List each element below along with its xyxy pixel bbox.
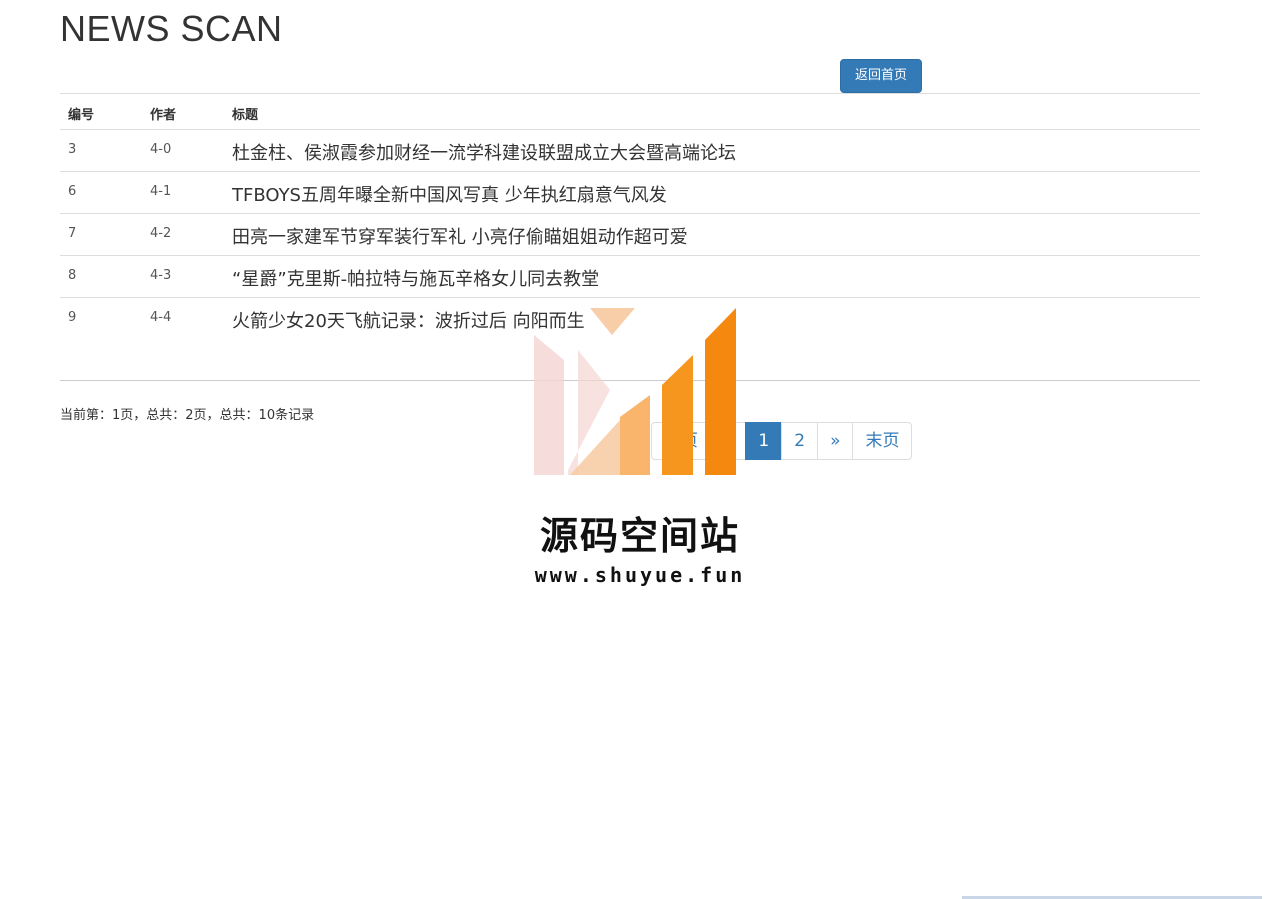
watermark-logo-icon [534, 308, 736, 475]
column-header-id: 编号 [68, 108, 95, 123]
column-header-author: 作者 [150, 108, 177, 123]
watermark-title: 源码空间站 [539, 514, 740, 558]
row-author: 4-0 [150, 142, 172, 157]
watermark: 源码空间站 www.shuyue.fun [520, 305, 760, 595]
table-row: 3 4-0 杜金柱、侯淑霞参加财经一流学科建设联盟成立大会暨高端论坛 [60, 130, 1200, 172]
row-id: 9 [68, 310, 77, 325]
return-home-button[interactable]: 返回首页 [840, 59, 922, 93]
row-id: 3 [68, 142, 77, 157]
row-author: 4-1 [150, 184, 172, 199]
row-title[interactable]: TFBOYS五周年曝全新中国风写真 少年执红扇意气风发 [232, 181, 667, 207]
row-author: 4-4 [150, 310, 172, 325]
page-2-link[interactable]: 2 [781, 422, 819, 460]
column-header-title: 标题 [232, 108, 259, 123]
row-title[interactable]: 田亮一家建军节穿军装行军礼 小亮仔偷瞄姐姐动作超可爱 [232, 223, 688, 249]
next-page-link[interactable]: » [817, 422, 854, 460]
row-id: 7 [68, 226, 77, 241]
pagination-status: 当前第：1页，总共：2页，总共：10条记录 [60, 408, 315, 423]
table-row: 7 4-2 田亮一家建军节穿军装行军礼 小亮仔偷瞄姐姐动作超可爱 [60, 214, 1200, 256]
row-title[interactable]: 杜金柱、侯淑霞参加财经一流学科建设联盟成立大会暨高端论坛 [232, 139, 736, 165]
news-table: 编号 作者 标题 3 4-0 杜金柱、侯淑霞参加财经一流学科建设联盟成立大会暨高… [60, 93, 1200, 339]
row-title[interactable]: “星爵”克里斯-帕拉特与施瓦辛格女儿同去教堂 [232, 265, 599, 291]
table-row: 6 4-1 TFBOYS五周年曝全新中国风写真 少年执红扇意气风发 [60, 172, 1200, 214]
last-page-link[interactable]: 末页 [852, 422, 913, 460]
row-author: 4-2 [150, 226, 172, 241]
table-row: 8 4-3 “星爵”克里斯-帕拉特与施瓦辛格女儿同去教堂 [60, 256, 1200, 298]
page-title: NEWS SCAN [60, 8, 283, 49]
watermark-url: www.shuyue.fun [534, 563, 746, 587]
row-author: 4-3 [150, 268, 172, 283]
table-header: 编号 作者 标题 [60, 93, 1200, 130]
row-id: 6 [68, 184, 77, 199]
row-id: 8 [68, 268, 77, 283]
